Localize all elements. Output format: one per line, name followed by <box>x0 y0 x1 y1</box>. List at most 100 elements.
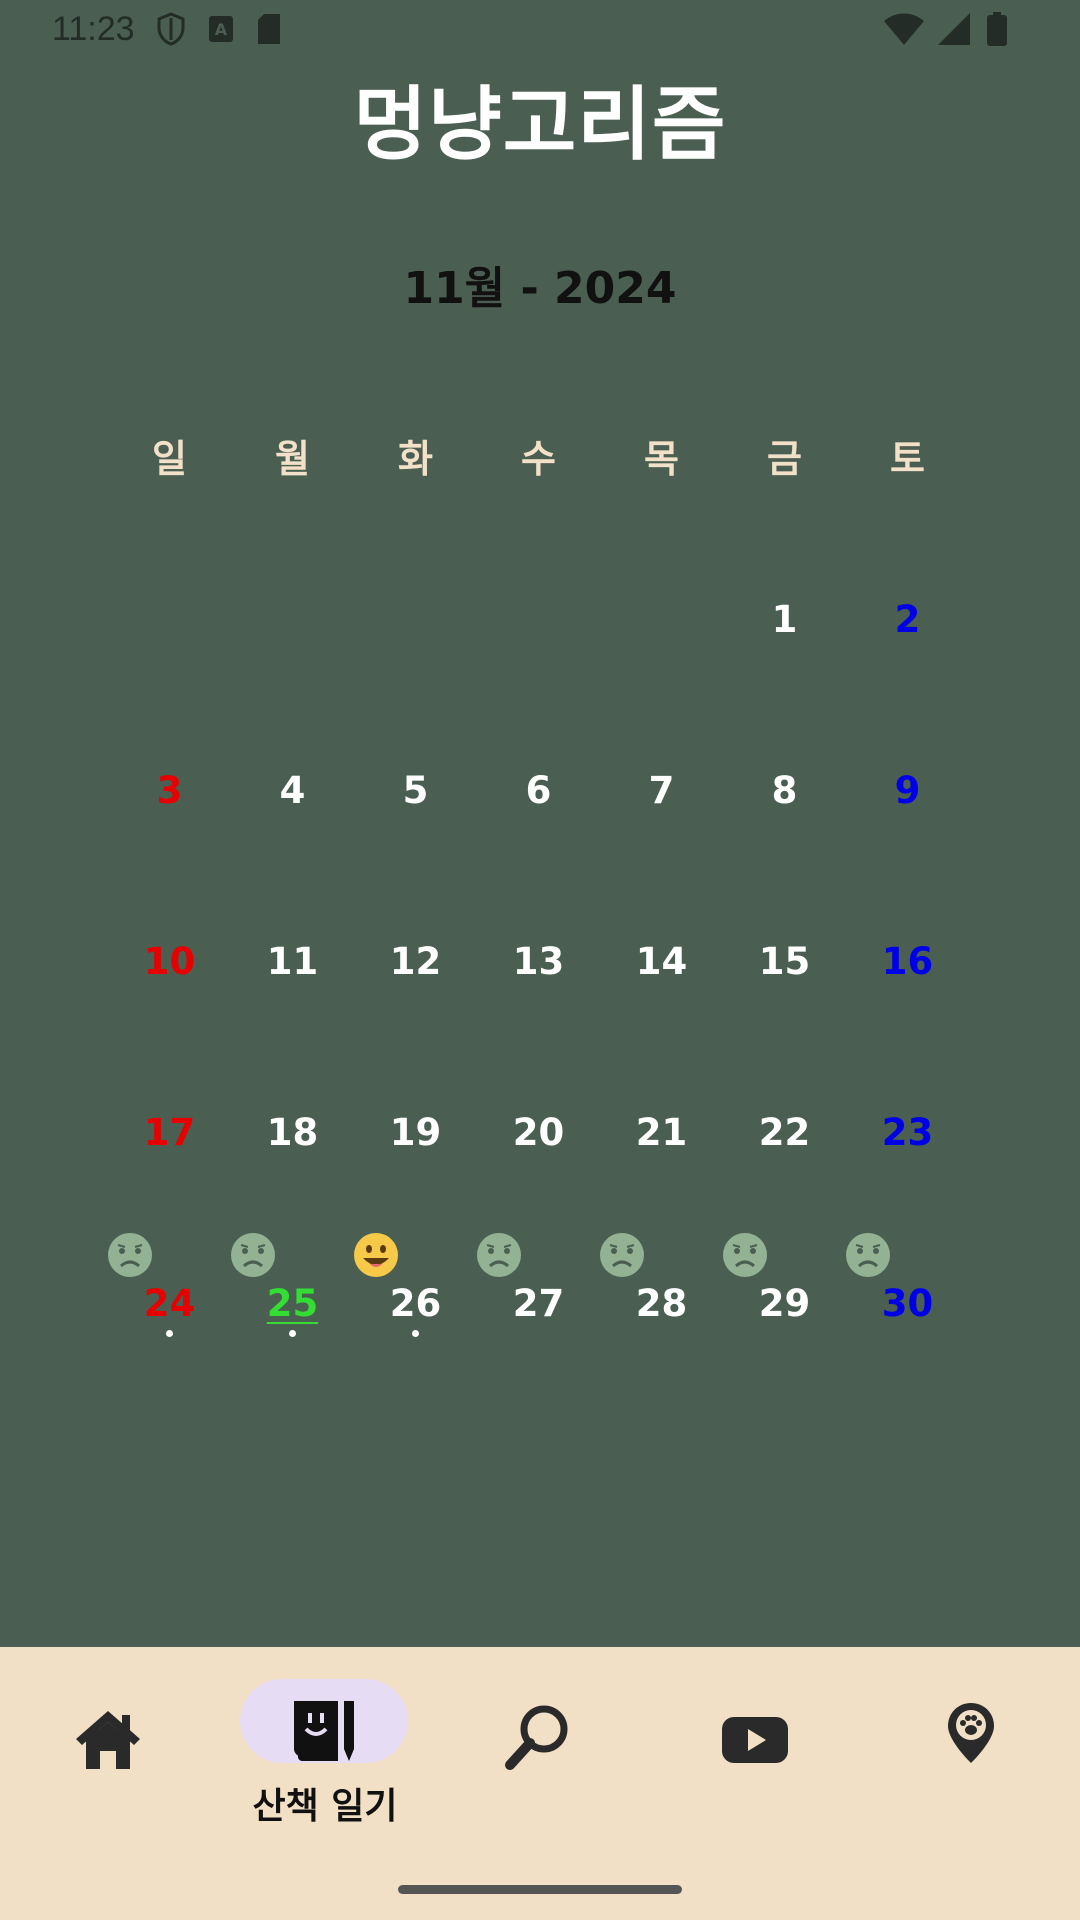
calendar-day-number: 16 <box>881 940 934 983</box>
calendar-day-number: 1 <box>771 598 798 641</box>
youtube-icon <box>722 1717 788 1763</box>
sad-face-icon <box>846 1233 890 1277</box>
calendar-day-number: 4 <box>279 769 306 812</box>
sad-face-icon <box>723 1233 767 1277</box>
battery-icon <box>987 12 1007 46</box>
sd-card-icon <box>258 14 280 44</box>
calendar-day[interactable]: 22 <box>723 1111 846 1201</box>
home-indicator[interactable] <box>398 1885 682 1894</box>
calendar-day[interactable]: 28 <box>600 1282 723 1372</box>
weekday-fri: 금 <box>767 437 802 481</box>
sad-face-icon <box>600 1233 644 1277</box>
calendar-day[interactable]: 9 <box>846 769 969 859</box>
nav-walk-diary-label: 산책 일기 <box>252 1786 398 1827</box>
weekday-header: 일 월 화 수 목 금 토 <box>108 428 970 481</box>
calendar-day-number: 30 <box>881 1282 934 1325</box>
calendar-day[interactable]: 24 <box>108 1282 231 1372</box>
calendar-day[interactable]: 14 <box>600 940 723 1030</box>
bottom-nav: 산책 일기 <box>0 1647 1080 1920</box>
paw-location-icon <box>948 1703 994 1763</box>
calendar-day[interactable]: 6 <box>477 769 600 859</box>
calendar-day[interactable]: 20 <box>477 1111 600 1201</box>
nav-search[interactable] <box>454 1677 624 1877</box>
calendar-day[interactable]: 16 <box>846 940 969 1030</box>
calendar-day-number: 27 <box>512 1282 565 1325</box>
diary-entry-dot <box>166 1330 173 1337</box>
weekday-sat: 토 <box>890 437 925 481</box>
calendar-day[interactable]: 29 <box>723 1282 846 1372</box>
weekday-tue: 화 <box>398 437 433 481</box>
calendar-day[interactable]: 4 <box>231 769 354 859</box>
calendar-day[interactable]: 30 <box>846 1282 969 1372</box>
sad-face-icon <box>108 1233 152 1277</box>
nav-home[interactable] <box>24 1677 194 1877</box>
calendar-day-number: 9 <box>894 769 921 812</box>
calendar-day[interactable]: 15 <box>723 940 846 1030</box>
calendar-day[interactable]: 12 <box>354 940 477 1030</box>
calendar-day[interactable]: 7 <box>600 769 723 859</box>
calendar-day-number: 11 <box>266 940 319 983</box>
calendar-day[interactable]: 13 <box>477 940 600 1030</box>
calendar-day[interactable]: 10 <box>108 940 231 1030</box>
calendar-day[interactable]: 27 <box>477 1282 600 1372</box>
calendar-day-number: 12 <box>389 940 442 983</box>
calendar-day[interactable]: 23 <box>846 1111 969 1201</box>
calendar-day[interactable]: 18 <box>231 1111 354 1201</box>
status-icons-right <box>884 12 1008 46</box>
calendar-day[interactable]: 21 <box>600 1111 723 1201</box>
happy-face-icon <box>354 1233 398 1277</box>
calendar-day-number: 19 <box>389 1111 442 1154</box>
calendar-day-number: 14 <box>635 940 688 983</box>
app-title: 멍냥고리즘 <box>353 78 727 171</box>
calendar-day-number: 20 <box>512 1111 565 1154</box>
sad-face-icon <box>231 1233 275 1277</box>
nav-walk-diary[interactable]: 산책 일기 <box>240 1677 410 1877</box>
calendar-day[interactable]: 26 <box>354 1282 477 1372</box>
diary-icon <box>294 1701 354 1761</box>
cell-signal-icon <box>938 13 970 45</box>
status-bar: 11:23 A <box>0 0 1080 64</box>
month-title: 11월 - 2024 <box>403 263 677 314</box>
status-time: 11:23 <box>52 10 135 48</box>
diary-entry-dot <box>289 1330 296 1337</box>
weekday-thu: 목 <box>644 437 679 481</box>
calendar-day-number: 17 <box>143 1111 196 1154</box>
calendar-day[interactable]: 11 <box>231 940 354 1030</box>
search-icon <box>505 1705 568 1770</box>
calendar-day[interactable]: 2 <box>846 598 969 688</box>
diary-entry-dot <box>412 1330 419 1337</box>
status-icons-left: A <box>156 12 282 46</box>
calendar-day-number: 25 <box>266 1282 319 1325</box>
calendar-day-number: 6 <box>525 769 552 812</box>
calendar-day-number: 13 <box>512 940 565 983</box>
calendar-day-number: 10 <box>143 940 196 983</box>
shield-icon <box>157 12 185 46</box>
calendar-day[interactable]: 1 <box>723 598 846 688</box>
calendar-day-number: 23 <box>881 1111 934 1154</box>
calendar-day[interactable]: 5 <box>354 769 477 859</box>
calendar-day[interactable]: 8 <box>723 769 846 859</box>
calendar-day-number: 26 <box>389 1282 442 1325</box>
nav-video[interactable] <box>670 1677 840 1877</box>
weekday-sun: 일 <box>152 437 187 481</box>
wifi-icon <box>884 13 924 45</box>
calendar-day[interactable]: 17 <box>108 1111 231 1201</box>
calendar-day-number: 5 <box>402 769 429 812</box>
calendar-day-number: 3 <box>156 769 183 812</box>
font-icon: A <box>209 16 233 42</box>
calendar-day-number: 28 <box>635 1282 688 1325</box>
calendar-day-number: 24 <box>143 1282 196 1325</box>
home-icon <box>76 1711 140 1769</box>
calendar-day[interactable]: 19 <box>354 1111 477 1201</box>
nav-map[interactable] <box>886 1677 1056 1877</box>
calendar-day-number: 15 <box>758 940 811 983</box>
calendar-day-number: 7 <box>648 769 675 812</box>
calendar-day[interactable]: 25 <box>231 1282 354 1372</box>
calendar-day-number: 2 <box>894 598 921 641</box>
calendar-day-number: 18 <box>266 1111 319 1154</box>
calendar-day-number: 22 <box>758 1111 811 1154</box>
calendar-day-number: 29 <box>758 1282 811 1325</box>
sad-face-icon <box>477 1233 521 1277</box>
calendar-day[interactable]: 3 <box>108 769 231 859</box>
calendar-day-number: 8 <box>771 769 798 812</box>
